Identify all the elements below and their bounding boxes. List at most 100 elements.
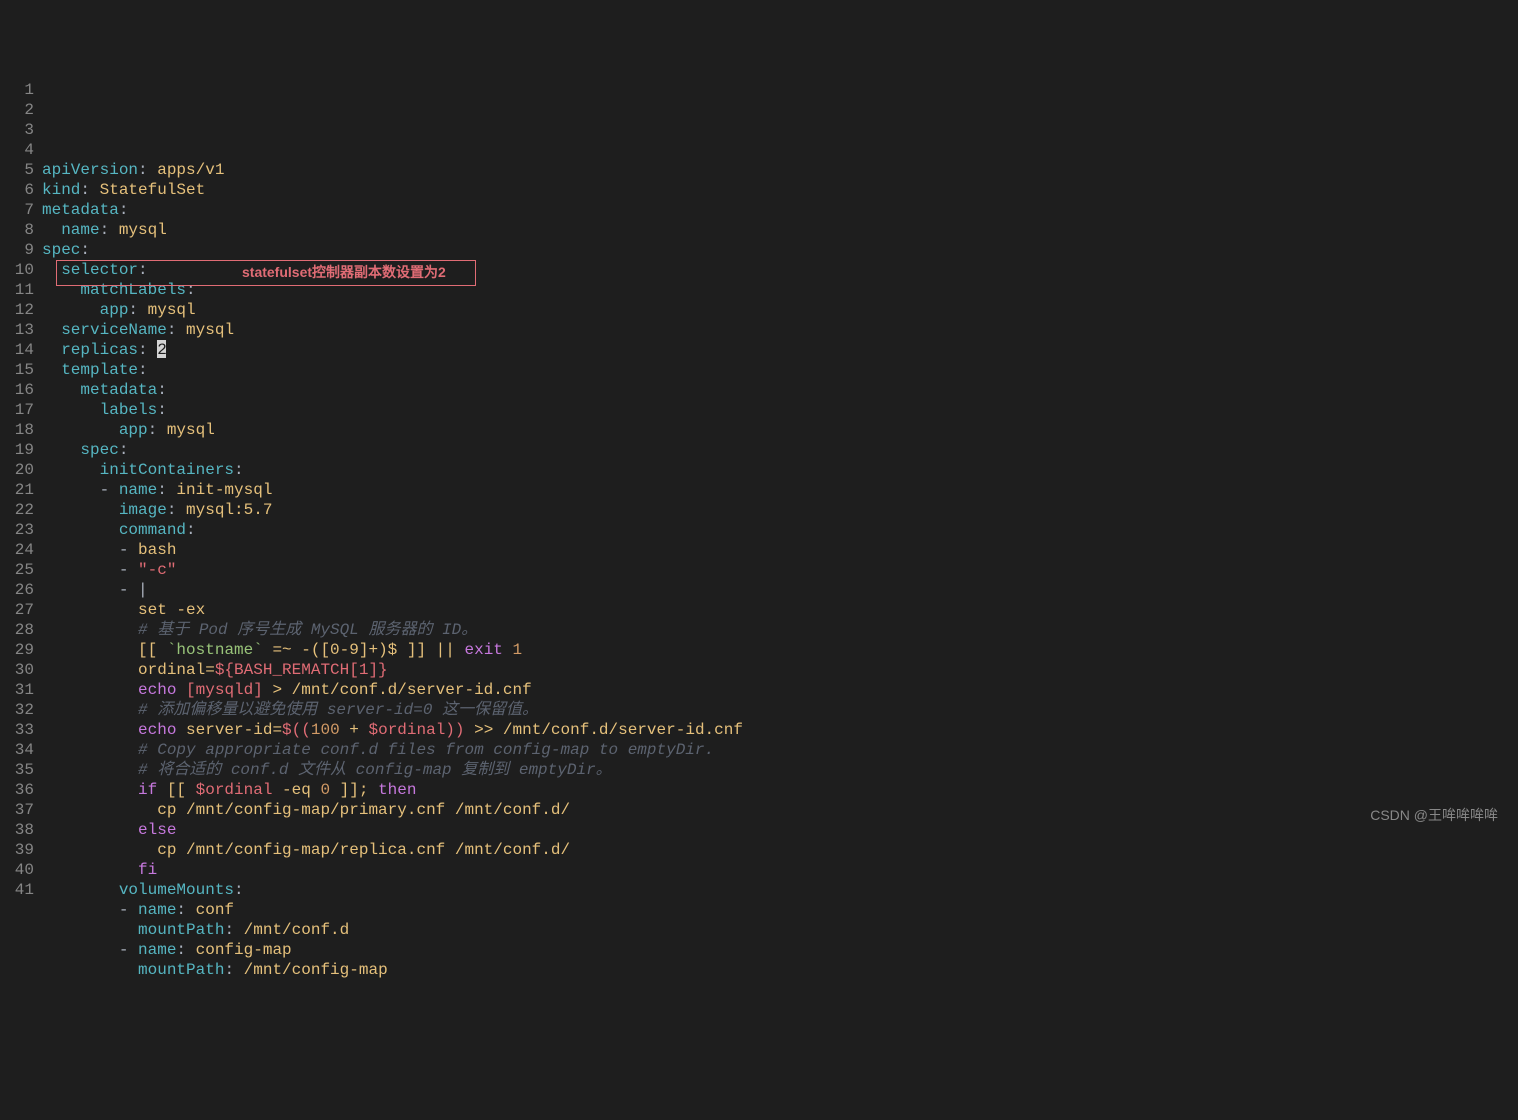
code-token: : bbox=[234, 881, 244, 899]
code-token: mysql bbox=[186, 321, 234, 339]
code-token: if bbox=[138, 781, 157, 799]
code-line[interactable]: # 将合适的 conf.d 文件从 config-map 复制到 emptyDi… bbox=[42, 760, 1518, 780]
line-number: 21 bbox=[0, 480, 34, 500]
line-number: 30 bbox=[0, 660, 34, 680]
code-line[interactable]: else bbox=[42, 820, 1518, 840]
line-number: 17 bbox=[0, 400, 34, 420]
code-line[interactable]: apiVersion: apps/v1 bbox=[42, 160, 1518, 180]
code-token: # 将合适的 conf.d 文件从 config-map 复制到 emptyDi… bbox=[138, 761, 612, 779]
code-token: apps/v1 bbox=[157, 161, 224, 179]
code-line[interactable]: app: mysql bbox=[42, 300, 1518, 320]
code-token bbox=[503, 641, 513, 659]
csdn-watermark: CSDN @王哞哞哞哞 bbox=[1370, 805, 1498, 825]
code-line[interactable]: labels: bbox=[42, 400, 1518, 420]
code-line[interactable]: volumeMounts: bbox=[42, 880, 1518, 900]
code-token: mountPath bbox=[138, 921, 224, 939]
code-line[interactable]: image: mysql:5.7 bbox=[42, 500, 1518, 520]
code-token: labels bbox=[100, 401, 158, 419]
code-token bbox=[42, 801, 157, 819]
code-editor[interactable]: 1234567891011121314151617181920212223242… bbox=[0, 80, 1518, 980]
code-token: -eq bbox=[272, 781, 320, 799]
code-line[interactable]: serviceName: mysql bbox=[42, 320, 1518, 340]
line-number: 29 bbox=[0, 640, 34, 660]
code-token: $ordinal bbox=[368, 721, 445, 739]
code-line[interactable]: command: bbox=[42, 520, 1518, 540]
code-line[interactable]: set -ex bbox=[42, 600, 1518, 620]
code-line[interactable]: - name: init-mysql bbox=[42, 480, 1518, 500]
code-token: : bbox=[119, 201, 129, 219]
code-token: mysql bbox=[167, 421, 215, 439]
code-token bbox=[42, 301, 100, 319]
line-number: 13 bbox=[0, 320, 34, 340]
code-line[interactable]: - name: conf bbox=[42, 900, 1518, 920]
code-line[interactable]: echo [mysqld] > /mnt/conf.d/server-id.cn… bbox=[42, 680, 1518, 700]
code-token bbox=[42, 261, 61, 279]
line-number: 40 bbox=[0, 860, 34, 880]
code-token: >> /mnt/conf.d/server-id.cnf bbox=[465, 721, 743, 739]
code-token bbox=[42, 821, 138, 839]
line-number: 31 bbox=[0, 680, 34, 700]
code-content[interactable]: statefulset控制器副本数设置为2 apiVersion: apps/v… bbox=[42, 80, 1518, 980]
code-token: - bbox=[119, 541, 138, 559]
code-token: selector bbox=[61, 261, 138, 279]
code-line[interactable]: # 添加偏移量以避免使用 server-id=0 这一保留值。 bbox=[42, 700, 1518, 720]
code-token bbox=[42, 461, 100, 479]
code-line[interactable]: echo server-id=$((100 + $ordinal)) >> /m… bbox=[42, 720, 1518, 740]
code-token: : bbox=[167, 321, 186, 339]
line-number: 27 bbox=[0, 600, 34, 620]
code-line[interactable]: initContainers: bbox=[42, 460, 1518, 480]
code-line[interactable]: mountPath: /mnt/config-map bbox=[42, 960, 1518, 980]
code-line[interactable]: replicas: 2 bbox=[42, 340, 1518, 360]
code-line[interactable]: # 基于 Pod 序号生成 MySQL 服务器的 ID。 bbox=[42, 620, 1518, 640]
code-token: 0 bbox=[320, 781, 330, 799]
code-line[interactable]: fi bbox=[42, 860, 1518, 880]
code-line[interactable]: - name: config-map bbox=[42, 940, 1518, 960]
code-token: mysql:5.7 bbox=[186, 501, 272, 519]
code-line[interactable]: cp /mnt/config-map/primary.cnf /mnt/conf… bbox=[42, 800, 1518, 820]
code-token: app bbox=[119, 421, 148, 439]
code-token bbox=[42, 901, 119, 919]
code-token: 1 bbox=[513, 641, 523, 659]
code-line[interactable]: matchLabels: bbox=[42, 280, 1518, 300]
code-token: # 基于 Pod 序号生成 MySQL 服务器的 ID。 bbox=[138, 621, 477, 639]
line-number: 25 bbox=[0, 560, 34, 580]
code-line[interactable]: - "-c" bbox=[42, 560, 1518, 580]
code-token bbox=[42, 221, 61, 239]
code-token: : bbox=[157, 481, 176, 499]
code-line[interactable]: # Copy appropriate conf.d files from con… bbox=[42, 740, 1518, 760]
code-line[interactable]: - bash bbox=[42, 540, 1518, 560]
code-token: mountPath bbox=[138, 961, 224, 979]
line-number: 37 bbox=[0, 800, 34, 820]
code-token: - bbox=[100, 481, 119, 499]
code-line[interactable]: name: mysql bbox=[42, 220, 1518, 240]
code-line[interactable]: metadata: bbox=[42, 200, 1518, 220]
code-line[interactable]: spec: bbox=[42, 240, 1518, 260]
code-line[interactable]: mountPath: /mnt/conf.d bbox=[42, 920, 1518, 940]
code-line[interactable]: template: bbox=[42, 360, 1518, 380]
code-line[interactable]: if [[ $ordinal -eq 0 ]]; then bbox=[42, 780, 1518, 800]
code-token bbox=[42, 341, 61, 359]
line-number: 5 bbox=[0, 160, 34, 180]
code-token: name bbox=[61, 221, 99, 239]
code-token: config-map bbox=[196, 941, 292, 959]
code-line[interactable]: kind: StatefulSet bbox=[42, 180, 1518, 200]
line-number: 19 bbox=[0, 440, 34, 460]
code-token: image bbox=[119, 501, 167, 519]
code-token bbox=[42, 661, 138, 679]
code-line[interactable]: ordinal=${BASH_REMATCH[1]} bbox=[42, 660, 1518, 680]
line-number: 16 bbox=[0, 380, 34, 400]
code-token bbox=[42, 441, 80, 459]
code-line[interactable]: - | bbox=[42, 580, 1518, 600]
code-line[interactable]: metadata: bbox=[42, 380, 1518, 400]
code-line[interactable]: app: mysql bbox=[42, 420, 1518, 440]
code-token: spec bbox=[80, 441, 118, 459]
line-number: 20 bbox=[0, 460, 34, 480]
code-line[interactable]: spec: bbox=[42, 440, 1518, 460]
line-number: 35 bbox=[0, 760, 34, 780]
line-number: 11 bbox=[0, 280, 34, 300]
line-number: 15 bbox=[0, 360, 34, 380]
code-line[interactable]: cp /mnt/config-map/replica.cnf /mnt/conf… bbox=[42, 840, 1518, 860]
code-token: )) bbox=[445, 721, 464, 739]
line-number: 41 bbox=[0, 880, 34, 900]
code-line[interactable]: [[ `hostname` =~ -([0-9]+)$ ]] || exit 1 bbox=[42, 640, 1518, 660]
